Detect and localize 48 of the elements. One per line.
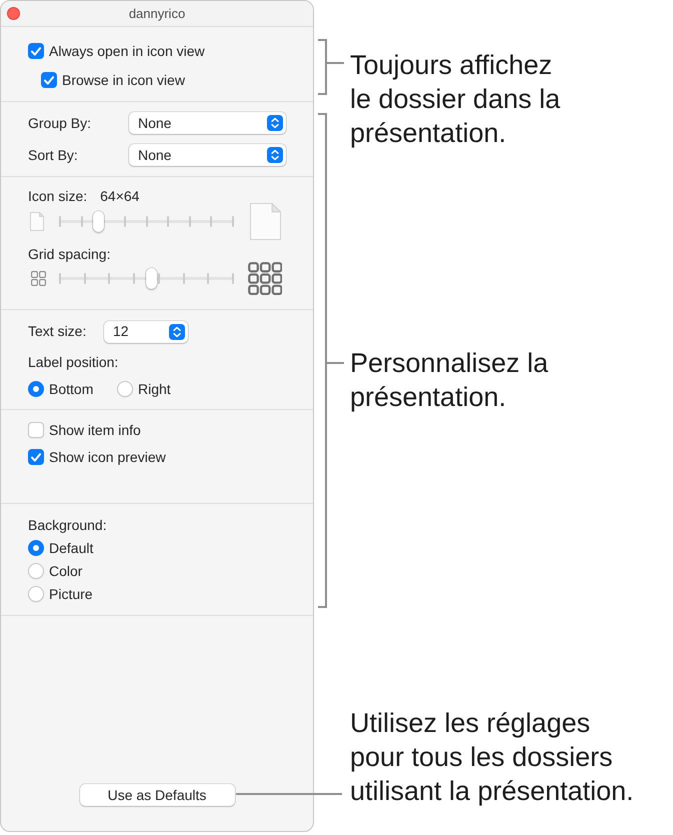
checkbox[interactable] — [28, 422, 44, 438]
radio-button[interactable] — [117, 381, 133, 397]
dropdown[interactable]: None — [129, 112, 286, 134]
callout-text: Utilisez les réglages pour tous les dossiers utilisant la présentation. — [350, 707, 634, 808]
checkbox-label: Show icon preview — [49, 448, 166, 467]
checkbox[interactable] — [41, 72, 57, 88]
document-icon — [250, 202, 281, 240]
window-title: dannyrico — [128, 4, 186, 23]
chevron-up-down-icon — [267, 147, 283, 163]
slider-thumb[interactable] — [92, 210, 104, 232]
checkbox-label: Show item info — [49, 420, 141, 440]
slider-value: 64×64 — [100, 186, 140, 206]
radio-button[interactable] — [28, 540, 44, 556]
checkmark-icon — [31, 46, 41, 56]
callout-text: Toujours affichez le dossier dans la présentation. — [350, 49, 560, 150]
field-label: Text size: — [28, 322, 88, 341]
close-button[interactable] — [7, 7, 20, 20]
dropdown[interactable]: None — [129, 144, 286, 166]
radio-label: Picture — [49, 584, 93, 604]
slider-label: Grid spacing: — [28, 244, 110, 264]
chevron-up-down-icon — [169, 324, 185, 340]
document-icon — [30, 212, 44, 230]
group-label: Label position: — [28, 354, 120, 370]
radio-button[interactable] — [28, 586, 44, 602]
slider-thumb[interactable] — [146, 268, 158, 288]
callout-bracket — [317, 39, 344, 95]
group-label: Background: — [28, 517, 108, 533]
grid-icon — [31, 270, 46, 286]
checkbox[interactable] — [28, 43, 44, 59]
field-label: Sort By: — [28, 146, 79, 165]
radio-button[interactable] — [28, 563, 44, 579]
field-label: Group By: — [28, 114, 92, 133]
chevron-up-down-icon — [267, 115, 283, 131]
slider-label: Icon size: — [28, 186, 88, 206]
dropdown[interactable]: 12 — [104, 320, 188, 342]
radio-label: Default — [49, 538, 94, 558]
checkmark-icon — [31, 452, 41, 462]
radio-label: Color — [49, 562, 82, 580]
radio-label: Bottom — [49, 380, 94, 398]
grid-icon — [248, 262, 282, 294]
checkmark-icon — [44, 76, 54, 84]
checkbox-label: Always open in icon view — [49, 42, 205, 61]
radio-button[interactable] — [28, 381, 44, 397]
callout-text: Personnalisez la présentation. — [350, 347, 548, 414]
checkbox-label: Browse in icon view — [62, 70, 185, 90]
radio-label: Right — [138, 380, 171, 399]
use-as-defaults-button[interactable]: Use as Defaults — [80, 784, 234, 806]
checkbox[interactable] — [28, 449, 44, 465]
